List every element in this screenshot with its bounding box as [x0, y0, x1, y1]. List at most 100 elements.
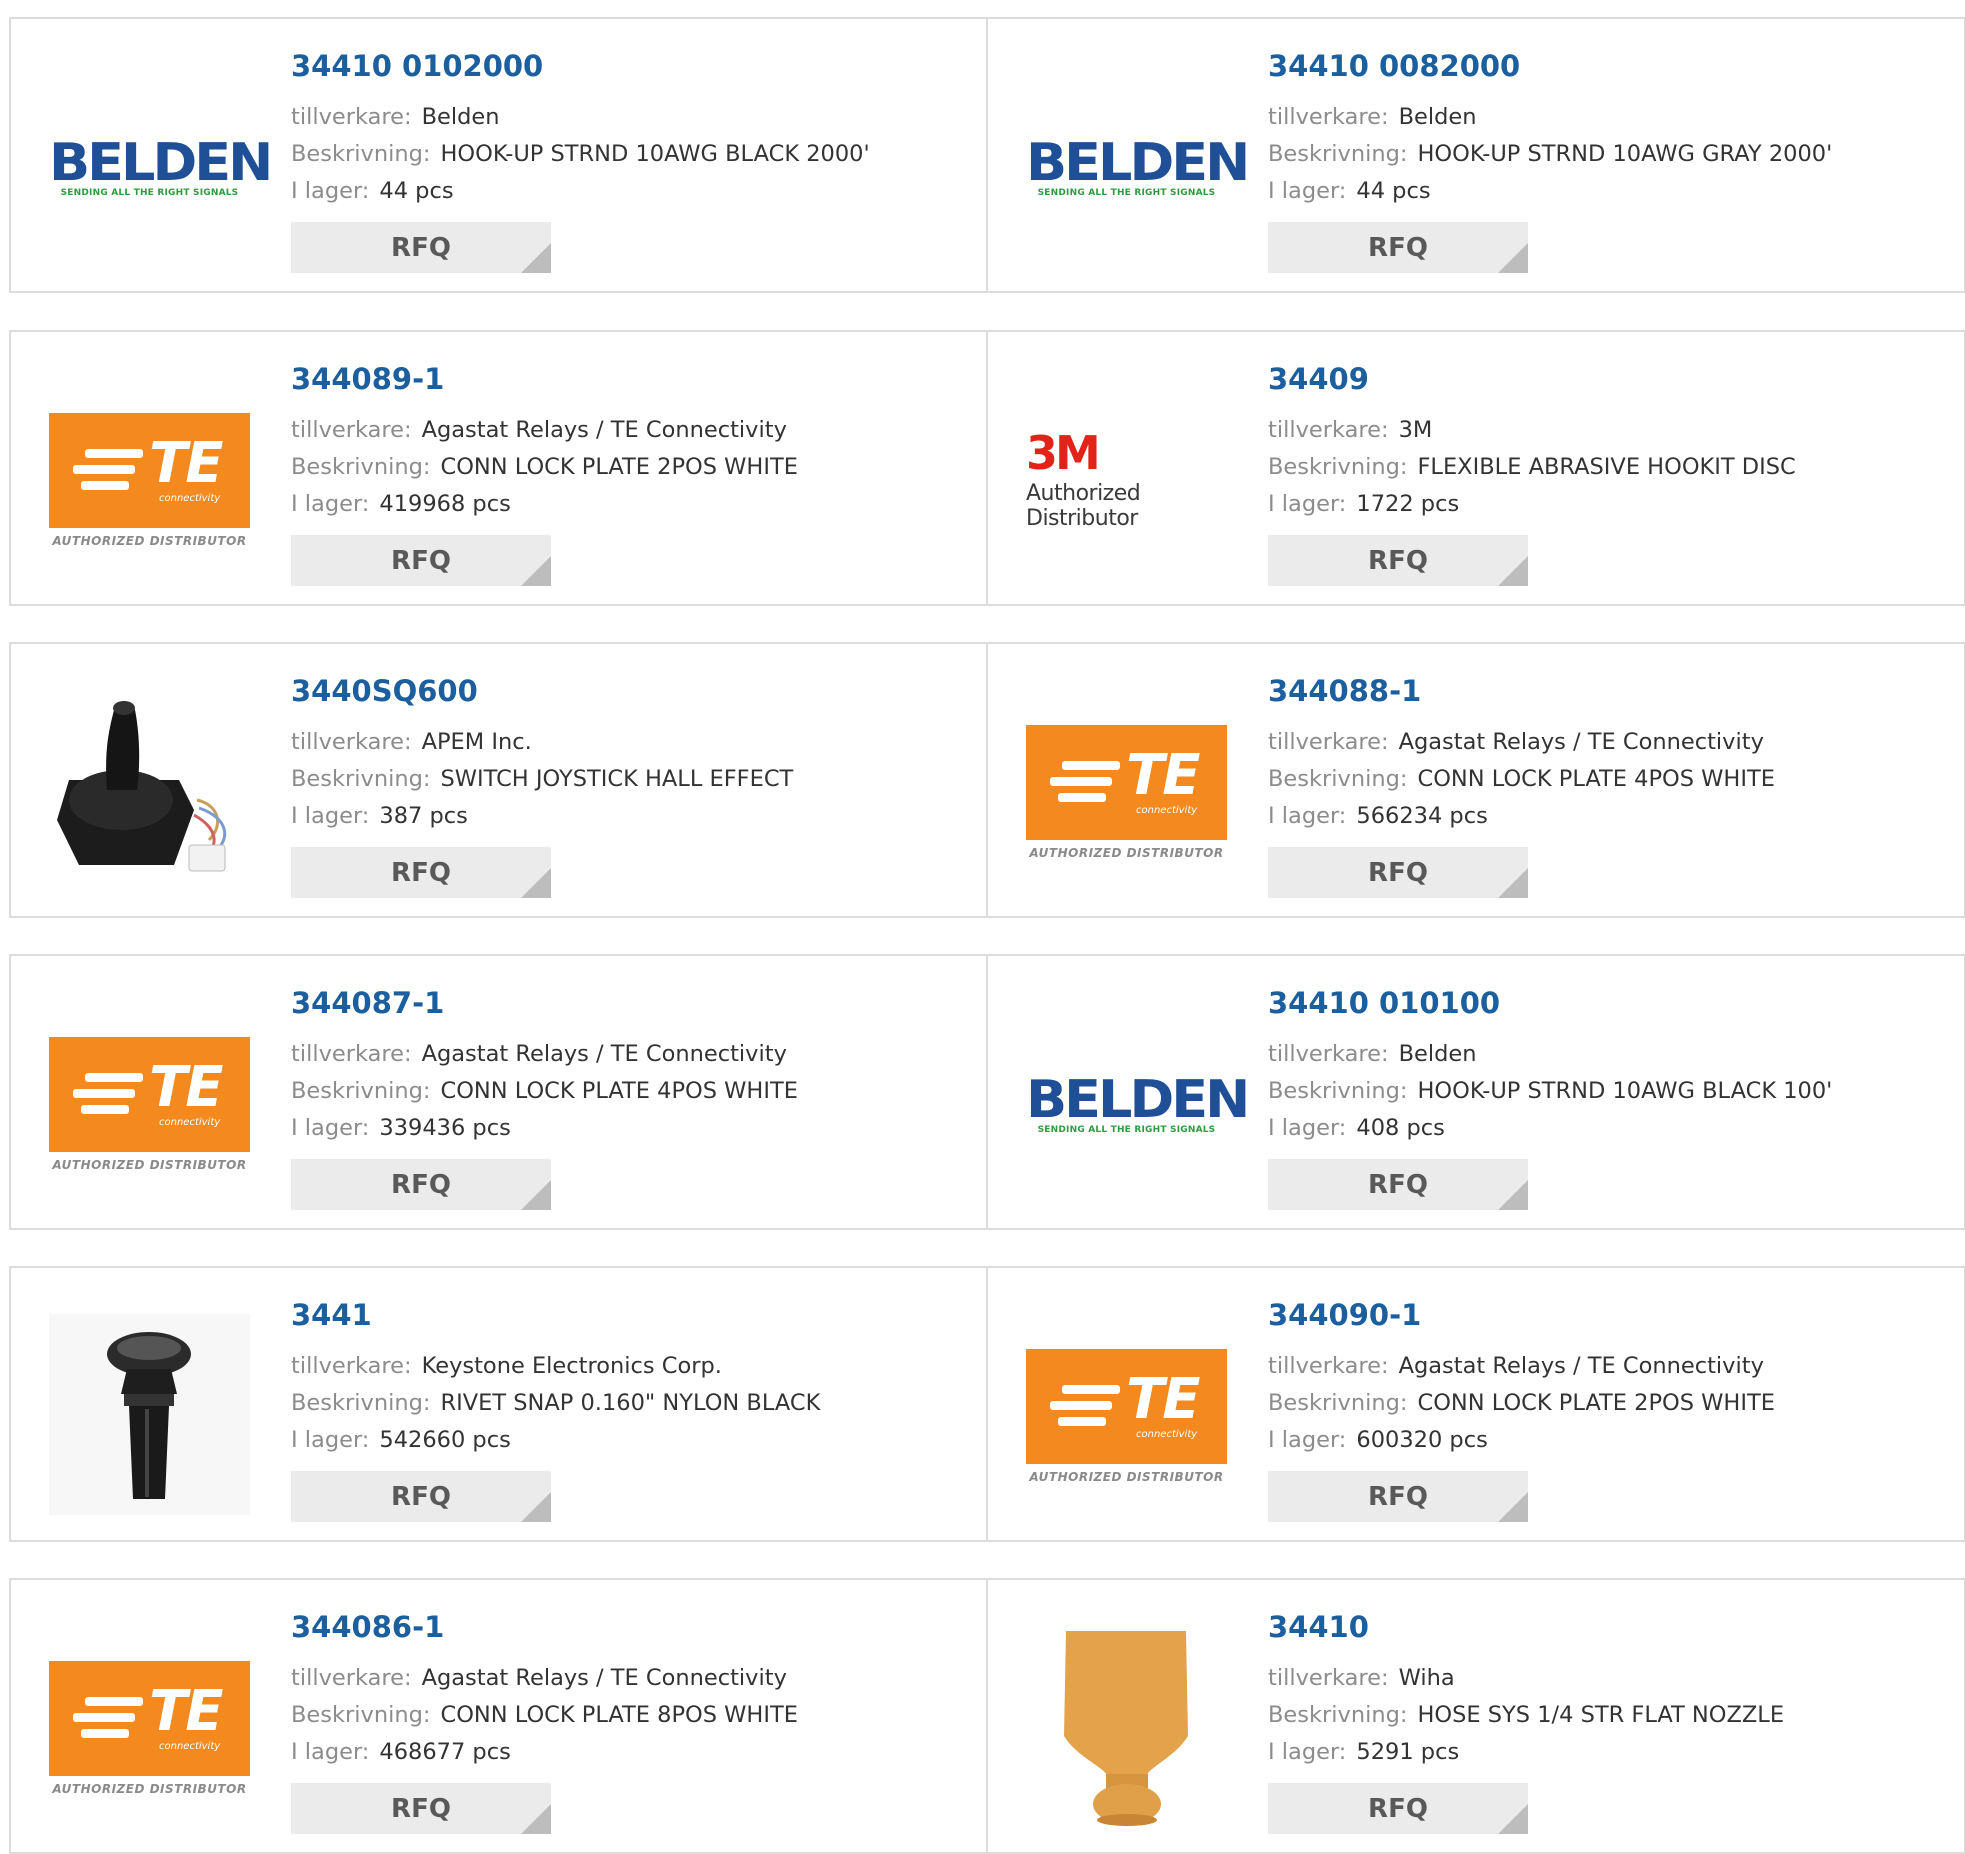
product-info: 3440SQ600 tillverkare: APEM Inc. Beskrivn…: [291, 674, 793, 898]
description-value: HOOK-UP STRND 10AWG BLACK 100': [1417, 1078, 1833, 1104]
product-image[interactable]: BELDEN SENDING ALL THE RIGHT SIGNALS: [49, 67, 273, 268]
manufacturer-value: Belden: [1398, 104, 1477, 130]
manufacturer-value: Agastat Relays / TE Connectivity: [1398, 1353, 1764, 1379]
description-label: Beskrivning:: [1268, 141, 1408, 167]
stock-row: I lager: 408 pcs: [1268, 1110, 1832, 1147]
te-logo-icon: TE connectivity AUTHORIZED DISTRIBUTOR: [1026, 1349, 1227, 1484]
te-logo-box: TE connectivity: [49, 1037, 250, 1152]
product-image[interactable]: [49, 1314, 250, 1519]
manufacturer-row: tillverkare: Agastat Relays / TE Connecti…: [1268, 1348, 1775, 1385]
rfq-button-label: RFQ: [1368, 545, 1428, 576]
manufacturer-value: Keystone Electronics Corp.: [421, 1353, 722, 1379]
te-bars-icon: [71, 1073, 143, 1121]
rivet-photo-icon: [49, 1314, 250, 1519]
description-row: Beskrivning: CONN LOCK PLATE 2POS WHITE: [1268, 1385, 1775, 1422]
product-image[interactable]: [49, 692, 250, 893]
corner-triangle-icon: [521, 243, 551, 273]
product-image[interactable]: [1026, 1628, 1227, 1829]
rfq-button[interactable]: RFQ: [291, 222, 551, 273]
part-number-link[interactable]: 344089-1: [291, 362, 444, 396]
te-letters: TE: [1126, 1367, 1200, 1432]
stock-label: I lager:: [1268, 491, 1347, 517]
product-image[interactable]: BELDEN SENDING ALL THE RIGHT SIGNALS: [1026, 1004, 1250, 1205]
manufacturer-row: tillverkare: Agastat Relays / TE Connecti…: [291, 1660, 798, 1697]
part-number-link[interactable]: 344088-1: [1268, 674, 1421, 708]
product-card: BELDEN SENDING ALL THE RIGHT SIGNALS 3441…: [9, 17, 989, 293]
stock-value: 419968 pcs: [379, 491, 511, 517]
rfq-button[interactable]: RFQ: [291, 1783, 551, 1834]
stock-value: 339436 pcs: [379, 1115, 511, 1141]
part-number-link[interactable]: 34410 010100: [1268, 986, 1500, 1020]
stock-label: I lager:: [291, 1115, 370, 1141]
manufacturer-value: Agastat Relays / TE Connectivity: [421, 417, 787, 443]
description-row: Beskrivning: HOSE SYS 1/4 STR FLAT NOZZLE: [1268, 1697, 1784, 1734]
corner-triangle-icon: [1498, 868, 1528, 898]
stock-row: I lager: 566234 pcs: [1268, 798, 1775, 835]
part-number-link[interactable]: 34410 0102000: [291, 49, 543, 83]
stock-row: I lager: 600320 pcs: [1268, 1422, 1775, 1459]
product-card: BELDEN SENDING ALL THE RIGHT SIGNALS 3441…: [986, 17, 1965, 293]
rfq-button[interactable]: RFQ: [291, 847, 551, 898]
product-info: 34410 0102000 tillverkare: Belden Beskriv…: [291, 49, 870, 273]
stock-row: I lager: 468677 pcs: [291, 1734, 798, 1771]
rfq-button[interactable]: RFQ: [291, 1471, 551, 1522]
description-label: Beskrivning:: [1268, 1390, 1408, 1416]
description-row: Beskrivning: HOOK-UP STRND 10AWG GRAY 200…: [1268, 136, 1832, 173]
part-number-link[interactable]: 344086-1: [291, 1610, 444, 1644]
manufacturer-row: tillverkare: Agastat Relays / TE Connecti…: [291, 1036, 798, 1073]
belden-wordmark: BELDEN: [1026, 1069, 1250, 1129]
part-number-link[interactable]: 3440SQ600: [291, 674, 478, 708]
description-label: Beskrivning:: [1268, 454, 1408, 480]
product-info: 34410 010100 tillverkare: Belden Beskrivn…: [1268, 986, 1832, 1210]
te-subtitle: connectivity: [1136, 805, 1198, 816]
stock-row: I lager: 387 pcs: [291, 798, 793, 835]
description-value: CONN LOCK PLATE 4POS WHITE: [1417, 766, 1775, 792]
rfq-button[interactable]: RFQ: [291, 1159, 551, 1210]
product-card: TE connectivity AUTHORIZED DISTRIBUTOR 344…: [986, 642, 1965, 918]
description-label: Beskrivning:: [291, 1078, 431, 1104]
product-image[interactable]: BELDEN SENDING ALL THE RIGHT SIGNALS: [1026, 67, 1250, 268]
product-image[interactable]: TE connectivity AUTHORIZED DISTRIBUTOR: [49, 380, 250, 581]
part-number-link[interactable]: 34410: [1268, 1610, 1369, 1644]
te-subtitle: connectivity: [1136, 1429, 1198, 1440]
product-image[interactable]: TE connectivity AUTHORIZED DISTRIBUTOR: [1026, 692, 1227, 893]
corner-triangle-icon: [521, 556, 551, 586]
stock-label: I lager:: [1268, 1739, 1347, 1765]
te-authorized-text: AUTHORIZED DISTRIBUTOR: [1029, 846, 1224, 860]
rfq-button[interactable]: RFQ: [1268, 535, 1528, 586]
rfq-button[interactable]: RFQ: [1268, 1783, 1528, 1834]
te-bars-icon: [1048, 1385, 1120, 1433]
product-image[interactable]: 3M Authorized Distributor: [1026, 380, 1227, 581]
stock-label: I lager:: [291, 1739, 370, 1765]
part-number-link[interactable]: 34409: [1268, 362, 1369, 396]
rfq-button[interactable]: RFQ: [1268, 222, 1528, 273]
product-image[interactable]: TE connectivity AUTHORIZED DISTRIBUTOR: [49, 1628, 250, 1829]
stock-label: I lager:: [1268, 1427, 1347, 1453]
description-row: Beskrivning: CONN LOCK PLATE 2POS WHITE: [291, 449, 798, 486]
part-number-link[interactable]: 34410 0082000: [1268, 49, 1520, 83]
rfq-button[interactable]: RFQ: [1268, 1159, 1528, 1210]
te-logo-icon: TE connectivity AUTHORIZED DISTRIBUTOR: [49, 1037, 250, 1172]
rfq-button-label: RFQ: [1368, 1169, 1428, 1200]
rfq-button[interactable]: RFQ: [291, 535, 551, 586]
stock-value: 600320 pcs: [1356, 1427, 1488, 1453]
manufacturer-value: APEM Inc.: [421, 729, 532, 755]
product-info: 344090-1 tillverkare: Agastat Relays / TE…: [1268, 1298, 1775, 1522]
part-number-link[interactable]: 3441: [291, 1298, 372, 1332]
product-card: TE connectivity AUTHORIZED DISTRIBUTOR 344…: [9, 330, 989, 606]
stock-label: I lager:: [1268, 1115, 1347, 1141]
manufacturer-label: tillverkare:: [1268, 417, 1389, 443]
stock-row: I lager: 5291 pcs: [1268, 1734, 1784, 1771]
te-bars-icon: [71, 449, 143, 497]
part-number-link[interactable]: 344090-1: [1268, 1298, 1421, 1332]
product-card: 3M Authorized Distributor 34409 tillverka…: [986, 330, 1965, 606]
rfq-button[interactable]: RFQ: [1268, 847, 1528, 898]
description-value: CONN LOCK PLATE 4POS WHITE: [440, 1078, 798, 1104]
rfq-button[interactable]: RFQ: [1268, 1471, 1528, 1522]
3m-wordmark: 3M: [1026, 425, 1101, 480]
part-number-link[interactable]: 344087-1: [291, 986, 444, 1020]
product-image[interactable]: TE connectivity AUTHORIZED DISTRIBUTOR: [1026, 1316, 1227, 1517]
te-subtitle: connectivity: [159, 1117, 221, 1128]
product-image[interactable]: TE connectivity AUTHORIZED DISTRIBUTOR: [49, 1004, 250, 1205]
product-info: 344086-1 tillverkare: Agastat Relays / TE…: [291, 1610, 798, 1834]
